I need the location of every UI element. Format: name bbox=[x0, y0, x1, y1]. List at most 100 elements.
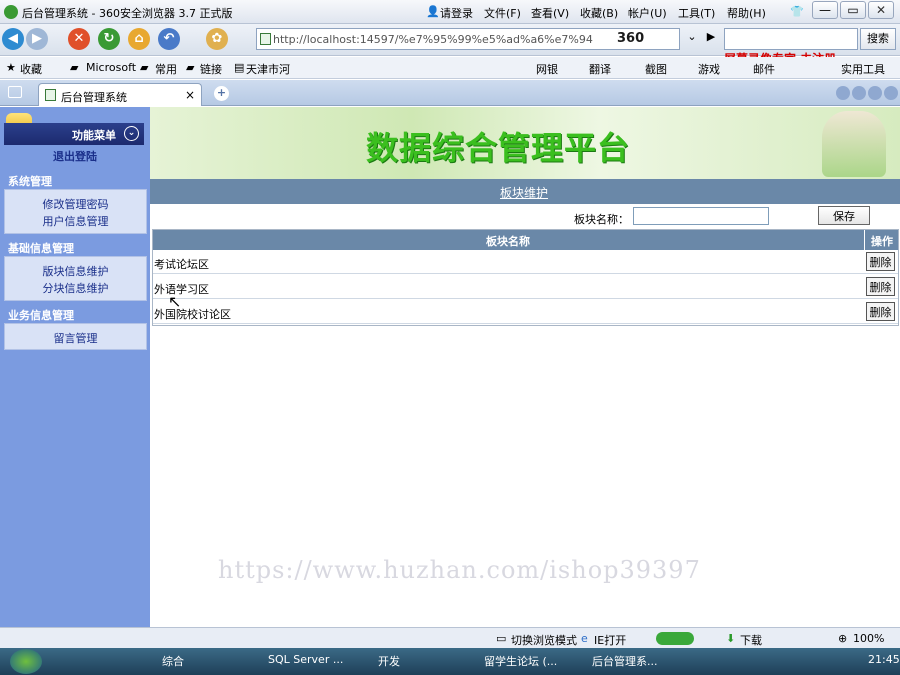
user-icon[interactable]: 👤 bbox=[426, 5, 440, 18]
browse-mode-toggle[interactable]: 切换浏览模式 bbox=[511, 632, 577, 648]
search-button[interactable]: 搜索 bbox=[860, 28, 896, 50]
address-bar[interactable]: http://localhost:14597/%e7%95%99%e5%ad%a… bbox=[256, 28, 680, 50]
fav-item[interactable]: 天津市河 bbox=[246, 61, 290, 77]
tool-item[interactable]: 邮件 bbox=[753, 61, 775, 77]
table-header: 板块名称 操作 bbox=[152, 229, 899, 250]
start-button[interactable] bbox=[10, 649, 42, 674]
fav-item[interactable]: 收藏 bbox=[20, 61, 42, 77]
sidebar-item-block-info[interactable]: 分块信息维护 bbox=[5, 280, 146, 296]
board-name-cell: 考试论坛区 bbox=[154, 258, 209, 271]
close-tab-icon[interactable]: × bbox=[185, 88, 195, 102]
browse-mode-icon: ▭ bbox=[496, 632, 507, 645]
tab-close-all-icon[interactable] bbox=[884, 86, 898, 100]
column-header-name: 板块名称 bbox=[486, 235, 530, 248]
tab-admin[interactable]: 后台管理系统 × bbox=[38, 83, 202, 106]
undo-icon[interactable]: ↶ bbox=[158, 28, 180, 50]
menu-account[interactable]: 帐户(U) bbox=[628, 5, 667, 21]
tool-item[interactable]: 游戏 bbox=[698, 61, 720, 77]
save-button[interactable]: 保存 bbox=[818, 206, 870, 225]
folder-icon: ▰ bbox=[70, 61, 79, 74]
paw-icon[interactable]: ✿ bbox=[206, 28, 228, 50]
banner-title: 数据综合管理平台 bbox=[366, 129, 631, 167]
refresh-icon[interactable]: ↻ bbox=[98, 28, 120, 50]
taskbar-item[interactable]: SQL Server ... bbox=[268, 653, 343, 671]
ie-open-button[interactable]: IE打开 bbox=[594, 632, 626, 648]
board-name-input[interactable] bbox=[633, 207, 769, 225]
tab-bar: 后台管理系统 × + bbox=[0, 80, 900, 106]
fav-item[interactable]: Microsoft bbox=[86, 61, 136, 74]
folder-icon: ▰ bbox=[140, 61, 149, 74]
fav-item[interactable]: 常用 bbox=[155, 61, 177, 77]
menu-help[interactable]: 帮助(H) bbox=[727, 5, 766, 21]
stop-icon[interactable]: ✕ bbox=[68, 28, 90, 50]
delete-button[interactable]: 删除 bbox=[866, 302, 895, 321]
page-icon: ▤ bbox=[234, 61, 245, 74]
board-name-cell: 外语学习区 bbox=[154, 283, 209, 296]
table-row: 外语学习区 删除 bbox=[152, 275, 899, 299]
new-tab-icon[interactable]: + bbox=[214, 86, 229, 101]
window-titlebar: 后台管理系统 - 360安全浏览器 3.7 正式版 👤 请登录 文件(F) 查看… bbox=[0, 0, 900, 24]
collapse-icon[interactable]: ⌄ bbox=[124, 126, 139, 141]
tool-item[interactable]: 截图 bbox=[645, 61, 667, 77]
menu-tools[interactable]: 工具(T) bbox=[678, 5, 715, 21]
section-system-items: 修改管理密码 用户信息管理 bbox=[4, 189, 147, 234]
download-button[interactable]: 下载 bbox=[740, 632, 762, 648]
tool-item[interactable]: 实用工具 bbox=[841, 61, 885, 77]
logout-link[interactable]: 退出登陆 bbox=[0, 148, 150, 164]
page-icon bbox=[260, 33, 271, 45]
module-title-link[interactable]: 板块维护 bbox=[500, 184, 548, 201]
home-icon[interactable]: ⌂ bbox=[128, 28, 150, 50]
browser-logo-icon bbox=[4, 5, 18, 19]
dropdown-arrow-icon[interactable]: ⌄ bbox=[684, 30, 700, 48]
clock: 21:45 bbox=[868, 653, 900, 666]
forward-icon[interactable]: ▶ bbox=[26, 28, 48, 50]
sidebar-item-user-info[interactable]: 用户信息管理 bbox=[5, 213, 146, 229]
section-business[interactable]: 业务信息管理 bbox=[8, 307, 74, 323]
delete-button[interactable]: 删除 bbox=[866, 252, 895, 271]
status-bar: ▭ 切换浏览模式 e IE打开 ⬇ 下载 ⊕ 100% bbox=[0, 627, 900, 648]
back-icon[interactable]: ◀ bbox=[2, 28, 24, 50]
zoom-icon: ⊕ bbox=[838, 632, 848, 645]
section-basic[interactable]: 基础信息管理 bbox=[8, 240, 74, 256]
menu-view[interactable]: 查看(V) bbox=[531, 5, 569, 21]
decorative-leaf-image bbox=[822, 111, 886, 177]
taskbar-item[interactable]: 综合 bbox=[162, 653, 184, 671]
close-window-button[interactable]: ✕ bbox=[868, 1, 894, 19]
board-name-label: 板块名称： bbox=[574, 213, 629, 226]
section-system[interactable]: 系统管理 bbox=[8, 173, 52, 189]
sidebar: 功能菜单 ⌄ 退出登陆 系统管理 修改管理密码 用户信息管理 基础信息管理 版块… bbox=[0, 107, 150, 627]
tab-nav-left-icon[interactable] bbox=[836, 86, 850, 100]
tab-nav-right-icon[interactable] bbox=[852, 86, 866, 100]
sidebar-header: 功能菜单 ⌄ bbox=[4, 123, 144, 145]
minimize-button[interactable]: — bbox=[812, 1, 838, 19]
tab-menu-icon[interactable] bbox=[868, 86, 882, 100]
section-basic-items: 版块信息维护 分块信息维护 bbox=[4, 256, 147, 301]
ie-icon: e bbox=[581, 632, 588, 645]
search-input[interactable] bbox=[724, 28, 858, 50]
board-form: 板块名称： bbox=[150, 204, 900, 228]
url-text[interactable]: http://localhost:14597/%e7%95%99%e5%ad%a… bbox=[273, 33, 615, 46]
navigation-toolbar: ◀ ▶ ✕ ↻ ⌂ ↶ ✿ http://localhost:14597/%e7… bbox=[0, 24, 900, 66]
toggle-switch[interactable] bbox=[656, 632, 694, 645]
maximize-button[interactable]: ▭ bbox=[840, 1, 866, 19]
menu-file[interactable]: 文件(F) bbox=[484, 5, 521, 21]
taskbar-item[interactable]: 留学生论坛 (... bbox=[484, 653, 557, 671]
login-link[interactable]: 请登录 bbox=[440, 5, 473, 21]
fav-item[interactable]: 链接 bbox=[200, 61, 222, 77]
menu-favorites[interactable]: 收藏(B) bbox=[580, 5, 618, 21]
favorites-star-icon[interactable]: ★ bbox=[6, 61, 16, 74]
zoom-level[interactable]: 100% bbox=[853, 632, 884, 645]
column-header-action: 操作 bbox=[871, 235, 893, 248]
tool-item[interactable]: 翻译 bbox=[589, 61, 611, 77]
sidebar-item-messages[interactable]: 留言管理 bbox=[5, 330, 146, 346]
tab-list-icon[interactable] bbox=[8, 86, 22, 98]
tool-item[interactable]: 网银 bbox=[536, 61, 558, 77]
skin-icon[interactable]: 👕 bbox=[790, 5, 804, 18]
taskbar-item[interactable]: 开发 bbox=[378, 653, 400, 671]
delete-button[interactable]: 删除 bbox=[866, 277, 895, 296]
window-title: 后台管理系统 - 360安全浏览器 3.7 正式版 bbox=[22, 7, 233, 20]
sidebar-item-board-info[interactable]: 版块信息维护 bbox=[5, 263, 146, 279]
sidebar-item-change-password[interactable]: 修改管理密码 bbox=[5, 196, 146, 212]
go-icon[interactable]: ▶ bbox=[703, 30, 719, 48]
taskbar-item[interactable]: 后台管理系... bbox=[592, 653, 658, 671]
